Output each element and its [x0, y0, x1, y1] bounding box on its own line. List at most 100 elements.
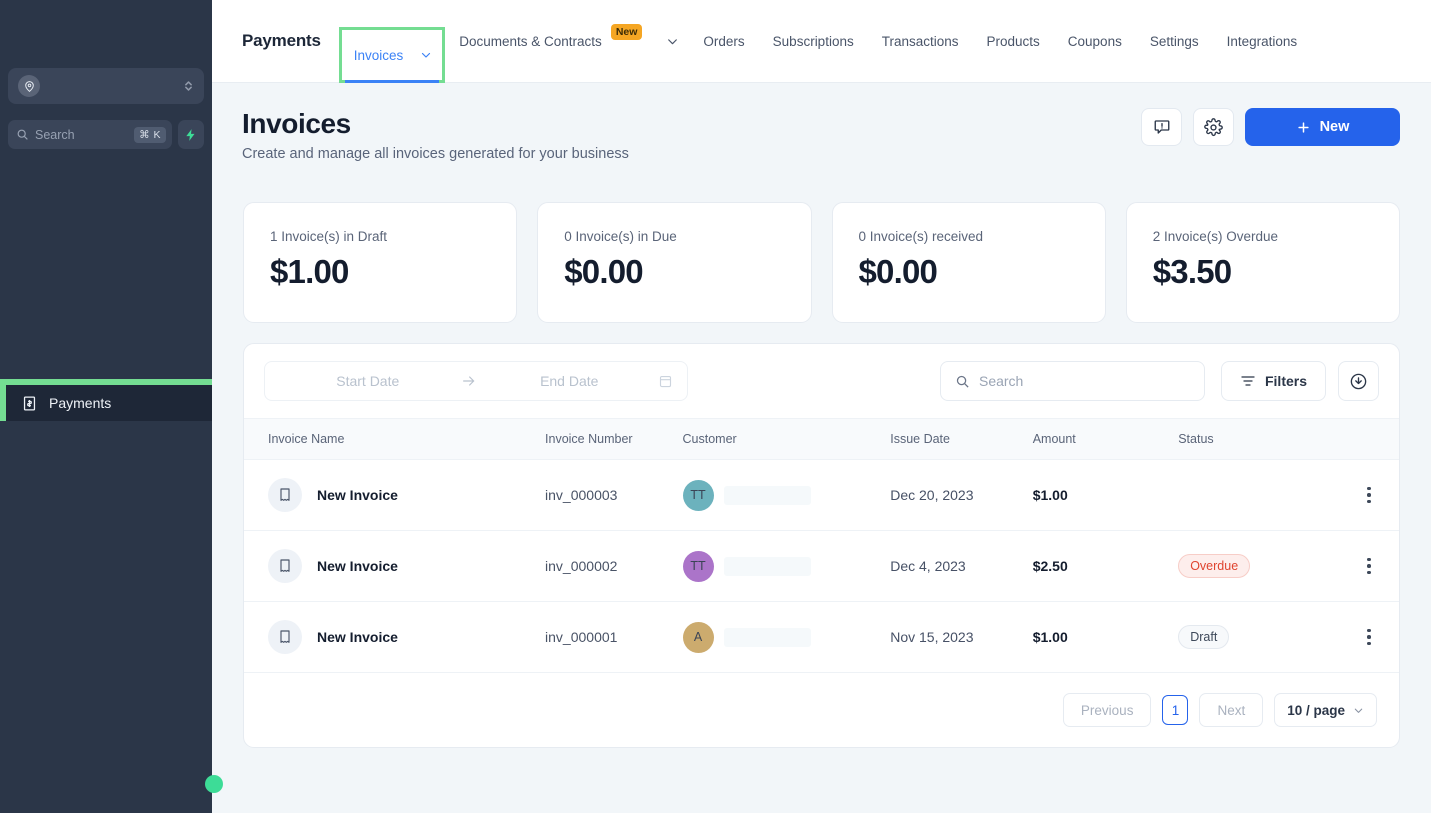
invoice-number-text: inv_000002	[545, 558, 618, 574]
kebab-menu-icon[interactable]	[1339, 628, 1399, 646]
next-page-button[interactable]: Next	[1199, 693, 1264, 727]
table-search-input[interactable]: Search	[939, 361, 1205, 401]
table-header-row: Invoice Name Invoice Number Customer Iss…	[244, 418, 1399, 460]
kebab-menu-icon[interactable]	[1339, 557, 1399, 575]
sidebar: Search ⌘ K Payments	[0, 0, 223, 813]
calendar-icon	[658, 374, 673, 389]
page-number-1[interactable]: 1	[1162, 695, 1189, 725]
download-button[interactable]	[1338, 361, 1379, 401]
nav-item-orders[interactable]: Orders	[689, 0, 758, 83]
table-body: New Invoice inv_000003 TT Dec 20, 2023 $…	[244, 459, 1399, 673]
filters-button[interactable]: Filters	[1220, 361, 1326, 401]
cell-customer: TT	[682, 459, 891, 531]
settings-button[interactable]	[1193, 108, 1234, 146]
stat-card-due[interactable]: 0 Invoice(s) in Due $0.00	[537, 202, 812, 323]
plus-icon	[1296, 120, 1311, 135]
cell-status: Draft	[1178, 601, 1339, 673]
main-content: Payments Invoices Documents & Contracts …	[212, 0, 1431, 813]
column-header-customer[interactable]: Customer	[682, 418, 891, 460]
nav-item-label: Settings	[1149, 33, 1199, 49]
nav-item-label: Coupons	[1067, 33, 1122, 49]
cell-invoice-number: inv_000003	[545, 459, 683, 531]
end-date-input[interactable]: End Date	[481, 373, 659, 389]
customer-name-redacted	[723, 627, 811, 647]
nav-item-invoices-highlight: Invoices	[338, 27, 446, 83]
chevron-down-icon	[666, 35, 679, 48]
column-header-amount[interactable]: Amount	[1032, 418, 1179, 460]
avatar: TT	[682, 479, 714, 511]
stat-value: $3.50	[1152, 253, 1232, 290]
start-date-input[interactable]: Start Date	[279, 373, 457, 389]
page-size-label: 10 / page	[1287, 702, 1345, 718]
cell-row-actions	[1338, 601, 1399, 673]
gear-icon	[1204, 117, 1223, 137]
table-row[interactable]: New Invoice inv_000003 TT Dec 20, 2023 $…	[244, 459, 1399, 531]
cell-issue-date: Dec 20, 2023	[890, 459, 1033, 531]
nav-item-documents-contracts[interactable]: Documents & Contracts New	[445, 0, 656, 83]
sidebar-search-input[interactable]: Search ⌘ K	[8, 120, 172, 149]
section-navbar: Payments Invoices Documents & Contracts …	[212, 0, 1431, 83]
new-invoice-button[interactable]: New	[1245, 108, 1400, 146]
nav-item-invoices[interactable]: Invoices	[342, 48, 443, 63]
issue-date-text: Dec 4, 2023	[890, 558, 966, 574]
nav-item-coupons[interactable]: Coupons	[1054, 0, 1136, 83]
column-header-invoice-name[interactable]: Invoice Name	[244, 418, 546, 460]
nav-item-products[interactable]: Products	[973, 0, 1054, 83]
stat-card-received[interactable]: 0 Invoice(s) received $0.00	[831, 202, 1106, 323]
cell-invoice-number: inv_000001	[545, 601, 683, 673]
page-size-select[interactable]: 10 / page	[1274, 693, 1377, 727]
nav-item-transactions[interactable]: Transactions	[868, 0, 973, 83]
table-search-placeholder: Search	[978, 373, 1024, 389]
nav-item-subscriptions[interactable]: Subscriptions	[759, 0, 868, 83]
pagination: Previous 1 Next 10 / page	[244, 673, 1399, 747]
page-header-text: Invoices Create and manage all invoices …	[242, 108, 629, 162]
stat-card-draft[interactable]: 1 Invoice(s) in Draft $1.00	[243, 202, 518, 323]
stat-label: 0 Invoice(s) in Due	[564, 229, 677, 244]
sidebar-item-payments-highlight: Payments	[0, 379, 212, 421]
lightning-bolt-icon[interactable]	[178, 120, 204, 149]
invoice-number-text: inv_000003	[545, 487, 618, 503]
amount-text: $2.50	[1032, 558, 1068, 574]
cell-row-actions	[1338, 459, 1399, 531]
column-header-invoice-number[interactable]: Invoice Number	[545, 418, 683, 460]
workspace-switcher[interactable]	[8, 68, 204, 104]
avatar: A	[682, 621, 714, 653]
nav-item-integrations[interactable]: Integrations	[1213, 0, 1312, 83]
nav-item-settings[interactable]: Settings	[1136, 0, 1213, 83]
download-circle-icon	[1349, 372, 1368, 391]
table-row[interactable]: New Invoice inv_000001 A Nov 15, 2023 $1…	[244, 601, 1399, 673]
column-header-issue-date[interactable]: Issue Date	[890, 418, 1033, 460]
nav-item-label: Invoices	[353, 47, 404, 63]
cell-invoice-number: inv_000002	[545, 530, 683, 602]
cell-issue-date: Dec 4, 2023	[890, 530, 1033, 602]
feedback-button[interactable]	[1141, 108, 1182, 146]
arrow-right-icon	[457, 373, 481, 389]
customer-name-redacted	[723, 556, 811, 576]
receipt-icon	[268, 549, 302, 583]
search-shortcut-badge: ⌘ K	[134, 126, 166, 143]
cell-customer: TT	[682, 530, 891, 602]
search-icon	[955, 374, 970, 389]
invoice-name-text: New Invoice	[317, 558, 398, 574]
table-row[interactable]: New Invoice inv_000002 TT Dec 4, 2023 $2…	[244, 530, 1399, 602]
receipt-icon	[268, 620, 302, 654]
page-title: Invoices	[242, 108, 351, 139]
column-header-status[interactable]: Status	[1178, 418, 1339, 460]
cell-invoice-name: New Invoice	[244, 459, 546, 531]
previous-page-button[interactable]: Previous	[1062, 693, 1152, 727]
chevron-up-down-icon	[183, 79, 194, 93]
date-range-picker[interactable]: Start Date End Date	[264, 361, 688, 401]
nav-active-underline	[344, 80, 440, 83]
kebab-menu-icon[interactable]	[1339, 486, 1399, 504]
cell-amount: $1.00	[1032, 459, 1179, 531]
stat-value: $0.00	[858, 253, 938, 290]
column-header-actions	[1338, 418, 1399, 460]
sidebar-item-payments[interactable]: Payments	[6, 385, 212, 421]
invoice-number-text: inv_000001	[545, 629, 618, 645]
cell-status	[1178, 459, 1339, 531]
cell-amount: $1.00	[1032, 601, 1179, 673]
page-subtitle: Create and manage all invoices generated…	[242, 146, 629, 162]
nav-documents-chevron[interactable]	[656, 35, 689, 48]
filters-label: Filters	[1264, 373, 1307, 389]
stat-card-overdue[interactable]: 2 Invoice(s) Overdue $3.50	[1125, 202, 1400, 323]
